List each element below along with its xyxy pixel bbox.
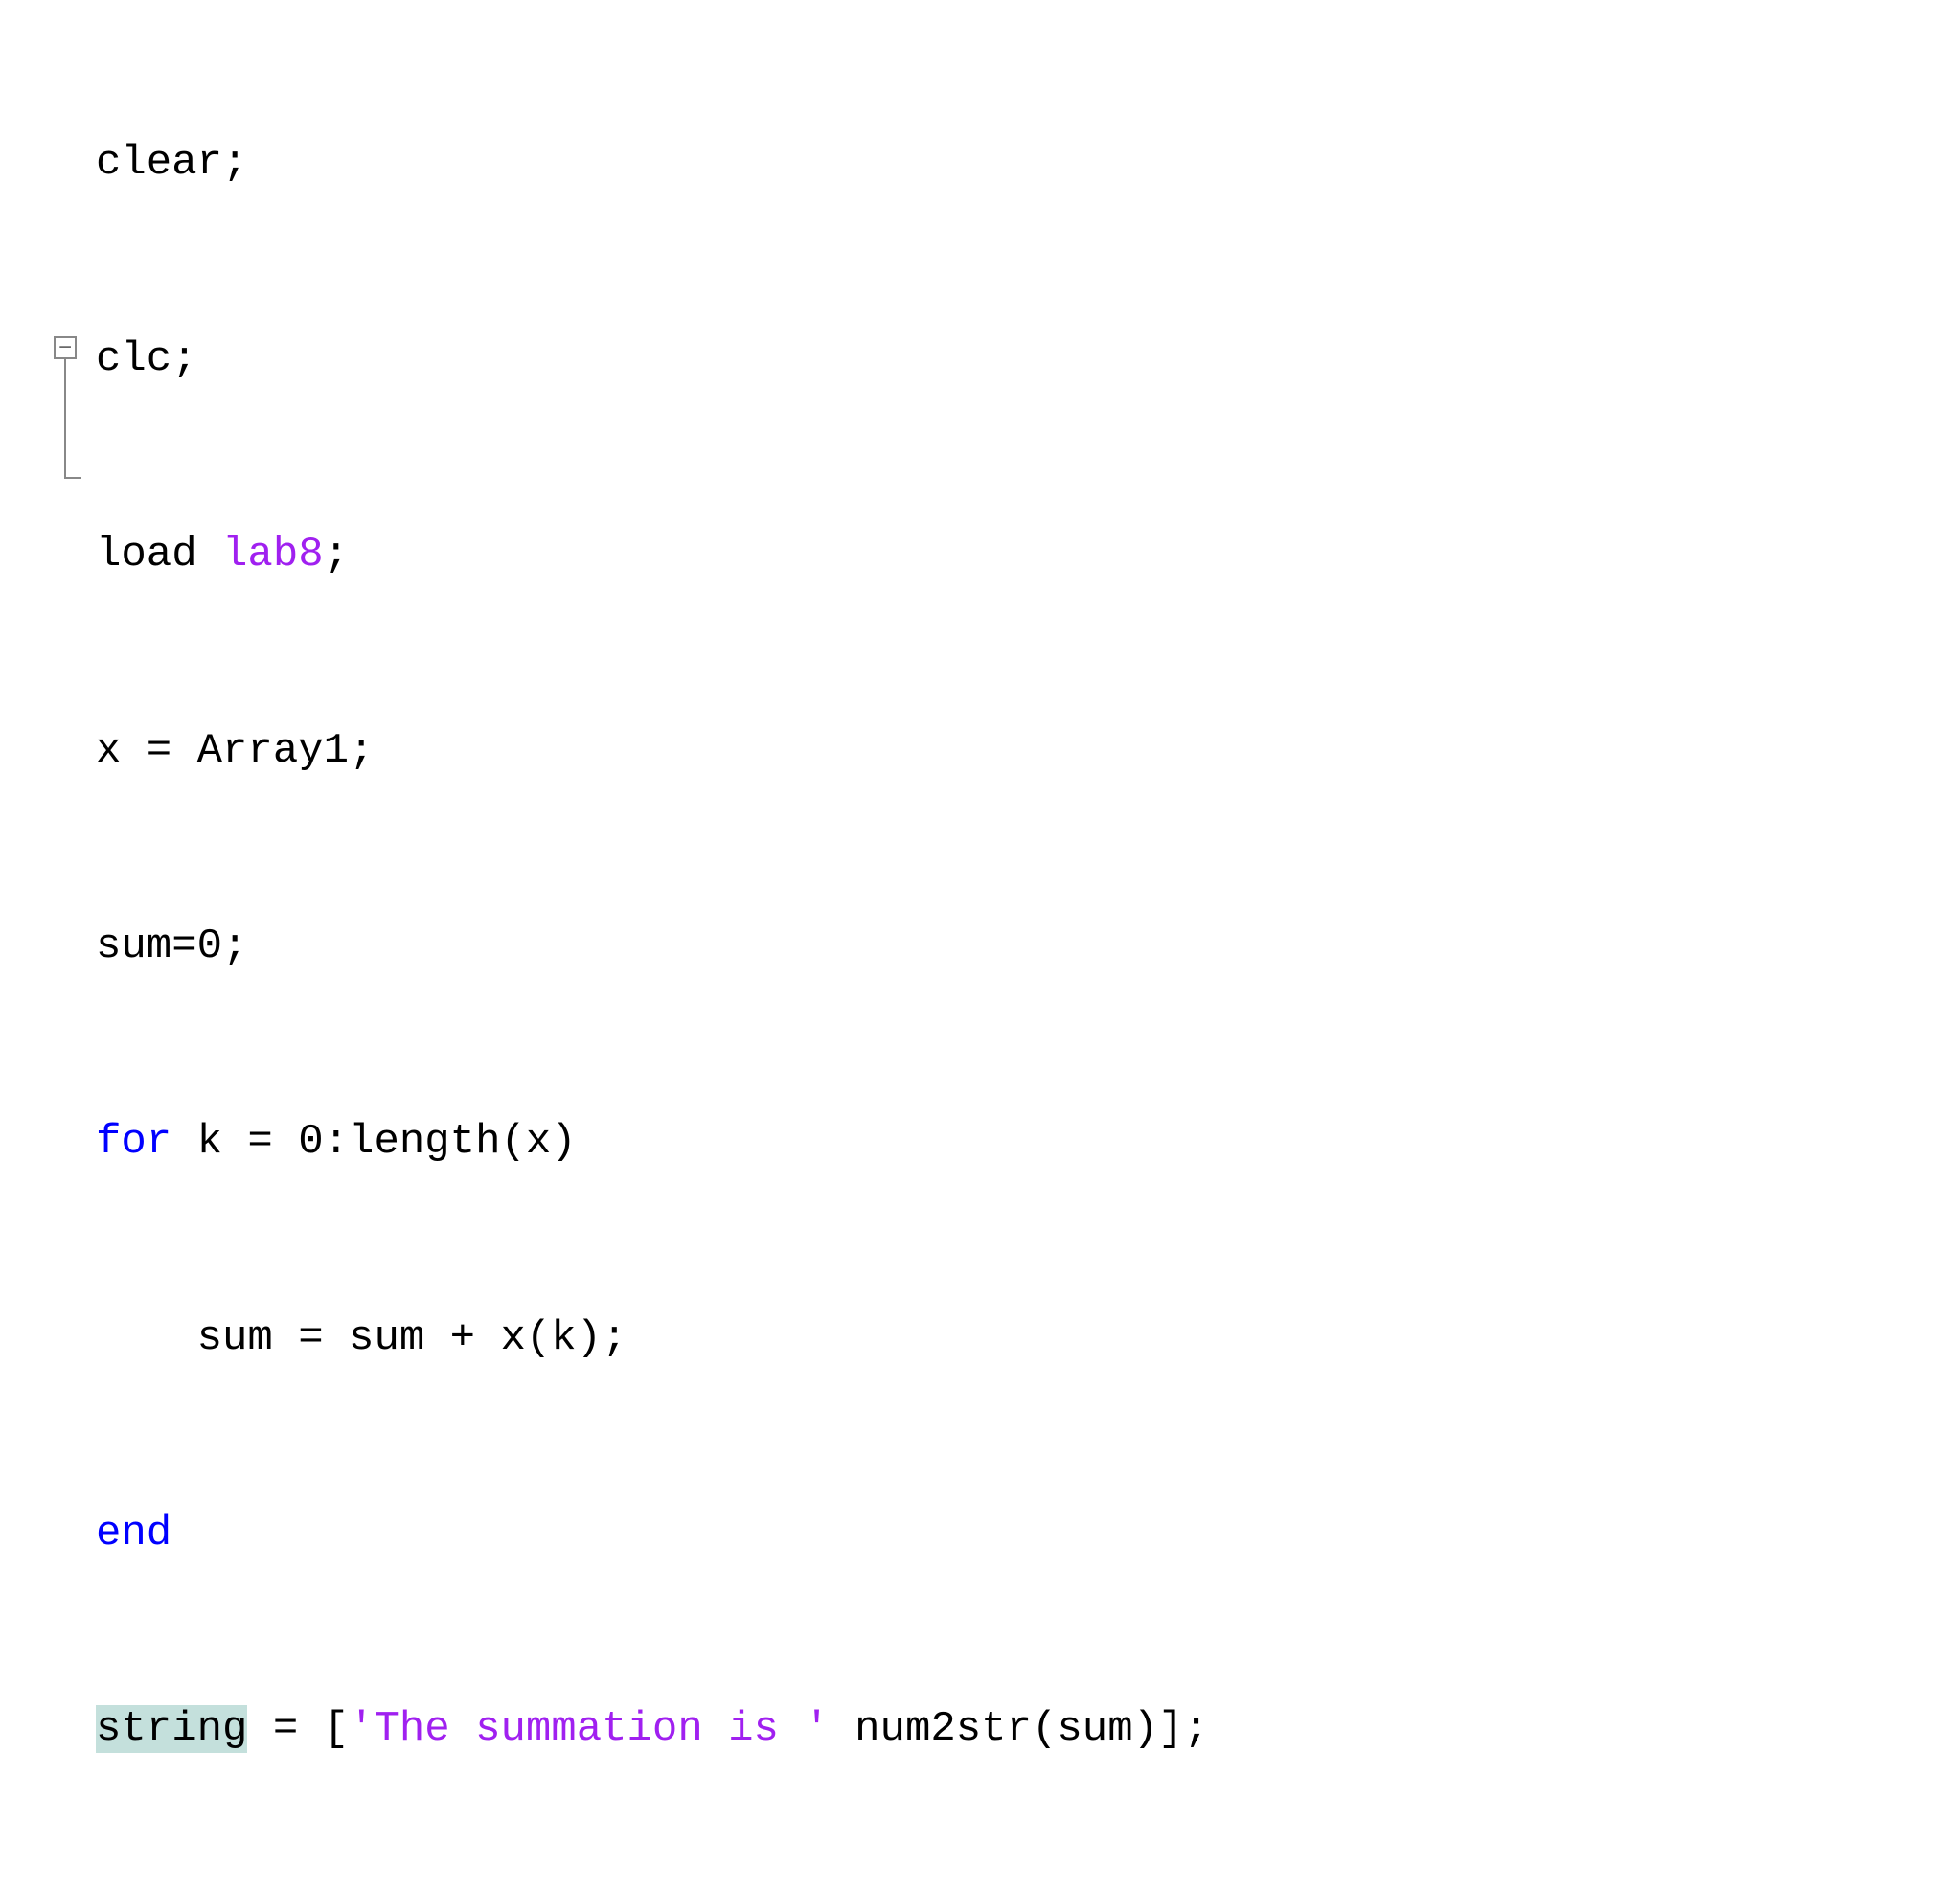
code-line[interactable]: sum = sum + x(k); xyxy=(96,1306,1960,1371)
code-token: lab8 xyxy=(222,531,324,579)
code-token: for xyxy=(96,1118,171,1166)
code-line[interactable]: x = Array1; xyxy=(96,718,1960,784)
code-token: load xyxy=(96,531,222,579)
code-editor[interactable]: − clear; clc; load lab8; x = Array1; sum… xyxy=(0,0,1960,1889)
code-line[interactable]: string = ['The summation is ' num2str(su… xyxy=(96,1696,1960,1762)
code-token: x = Array1; xyxy=(96,727,374,775)
code-line[interactable]: clc; xyxy=(96,327,1960,392)
code-area[interactable]: clear; clc; load lab8; x = Array1; sum=0… xyxy=(96,0,1960,1889)
fold-minus-icon: − xyxy=(58,336,72,359)
code-token: num2str(sum)]; xyxy=(830,1705,1209,1753)
fold-line xyxy=(64,359,66,479)
code-token: 'The summation is ' xyxy=(349,1705,830,1753)
code-token: k = 0:length(x) xyxy=(171,1118,576,1166)
gutter: − xyxy=(0,0,96,1889)
fold-toggle[interactable]: − xyxy=(54,336,77,359)
code-line[interactable]: sum=0; xyxy=(96,914,1960,979)
code-token: ; xyxy=(324,531,349,579)
code-line[interactable]: load lab8; xyxy=(96,522,1960,587)
fold-line-end xyxy=(64,477,81,479)
code-token: sum=0; xyxy=(96,922,247,970)
code-token-highlight: string xyxy=(96,1705,247,1753)
code-line[interactable]: clear; xyxy=(96,130,1960,195)
code-token: clc; xyxy=(96,335,197,383)
code-line[interactable]: for k = 0:length(x) xyxy=(96,1109,1960,1174)
code-line[interactable]: end xyxy=(96,1501,1960,1566)
code-token: end xyxy=(96,1510,171,1558)
code-token: sum = sum + x(k); xyxy=(96,1314,627,1362)
code-token: = [ xyxy=(247,1705,349,1753)
code-token: clear; xyxy=(96,139,247,187)
